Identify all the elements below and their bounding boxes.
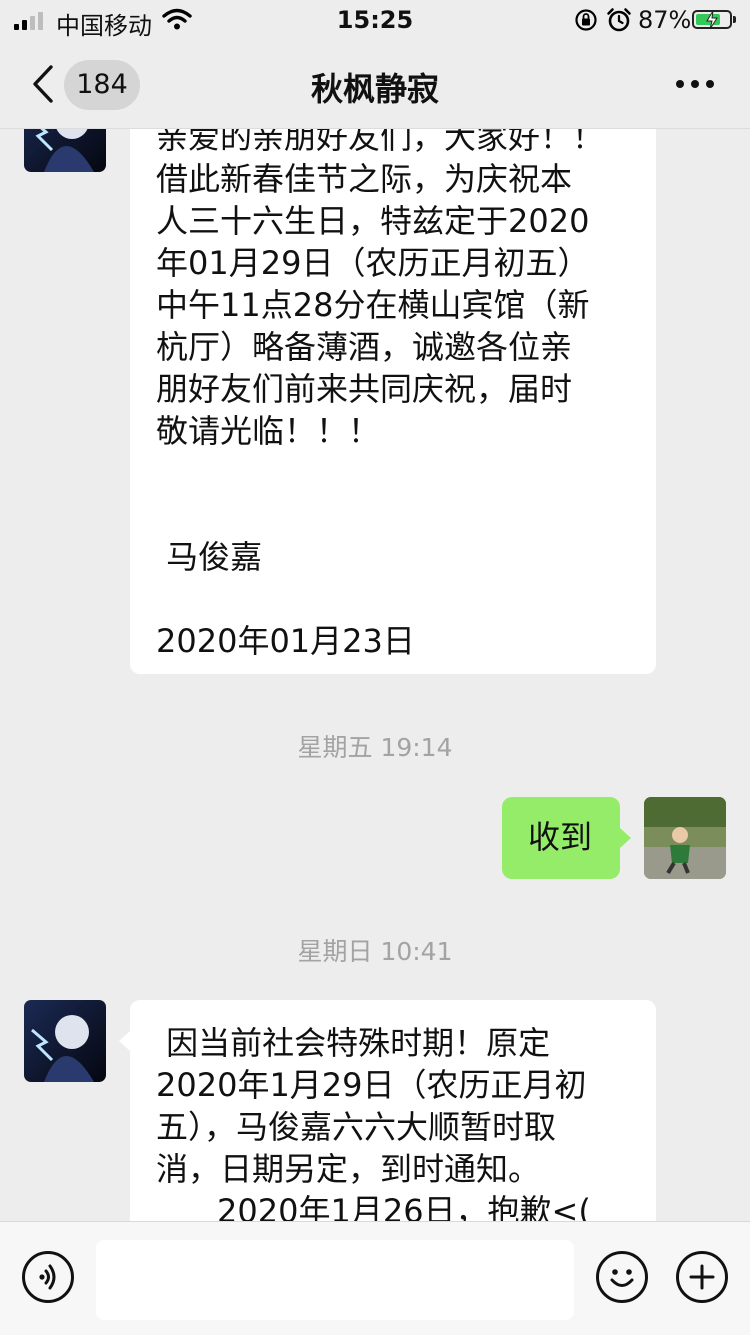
message-text: 收到 (528, 818, 593, 856)
chat-header: 184 秋枫静寂 (0, 40, 750, 129)
contact-avatar[interactable] (24, 1000, 106, 1082)
more-icon[interactable] (676, 80, 714, 88)
message-input[interactable] (96, 1240, 574, 1320)
battery-percent: 87% (638, 6, 692, 34)
chat-title: 秋枫静寂 (310, 70, 439, 108)
message-bubble[interactable]: 收到 (502, 797, 620, 879)
message-text: 亲爱的亲朋好友们，大家好！！ 借此新春佳节之际，为庆祝本 人三十六生日，特兹定于… (156, 118, 605, 660)
message-bubble[interactable]: 亲爱的亲朋好友们，大家好！！ 借此新春佳节之际，为庆祝本 人三十六生日，特兹定于… (130, 80, 656, 674)
message-text: 因当前社会特殊时期！原定 2020年1月29日（农历正月初 五），马俊嘉六六大顺… (156, 1024, 591, 1230)
battery-icon (692, 10, 732, 30)
timestamp: 星期日 10:41 (297, 937, 453, 966)
my-avatar[interactable] (644, 797, 726, 879)
plus-icon[interactable] (676, 1251, 728, 1303)
battery-tip (733, 16, 736, 23)
input-bar (0, 1221, 750, 1335)
bubble-tail (620, 828, 631, 848)
bubble-tail (119, 1031, 130, 1051)
emoji-icon[interactable] (596, 1251, 648, 1303)
alarm-icon (607, 8, 631, 32)
timestamp: 星期五 19:14 (297, 733, 453, 762)
rotation-lock-icon (575, 9, 597, 31)
voice-icon[interactable] (22, 1251, 74, 1303)
status-bar: 中国移动 15:25 87% (0, 0, 750, 40)
